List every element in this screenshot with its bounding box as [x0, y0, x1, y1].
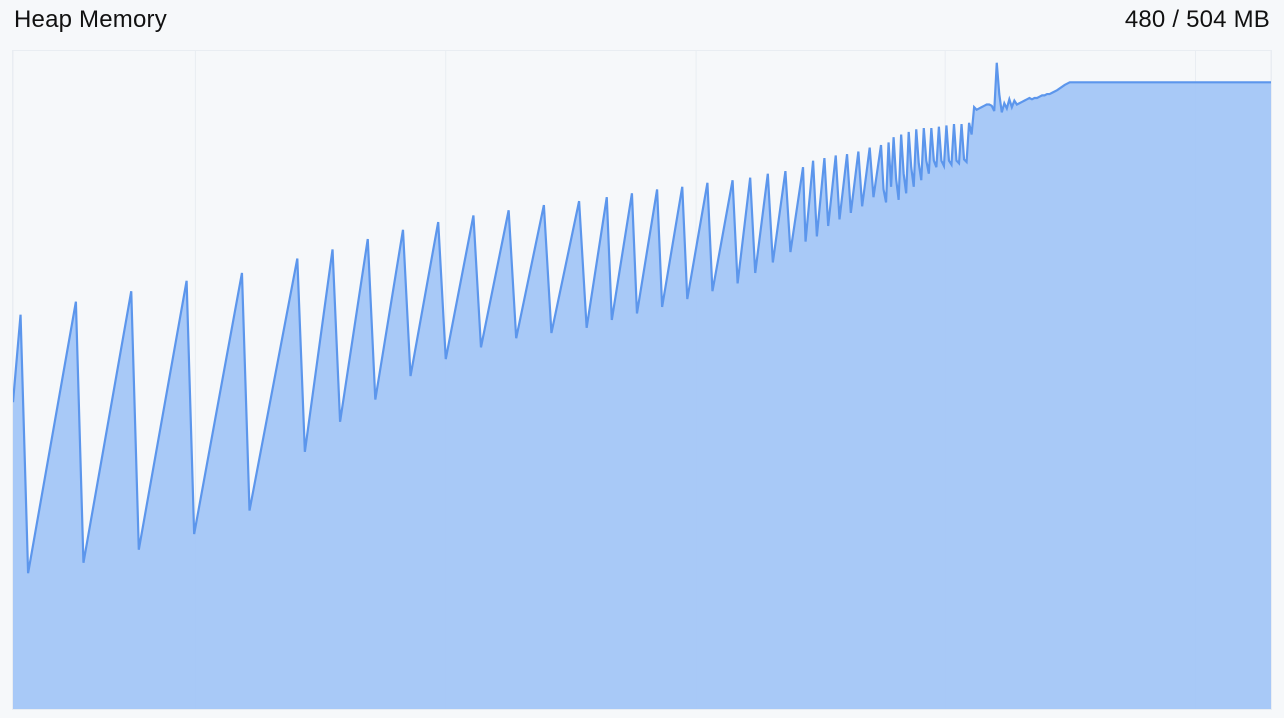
heap-usage-readout: 480 / 504 MB — [1125, 6, 1270, 34]
panel-header: Heap Memory 480 / 504 MB — [0, 0, 1284, 44]
panel-title: Heap Memory — [14, 6, 167, 34]
heap-chart-svg — [13, 51, 1271, 709]
heap-chart — [12, 50, 1272, 710]
heap-memory-panel: Heap Memory 480 / 504 MB — [0, 0, 1284, 718]
